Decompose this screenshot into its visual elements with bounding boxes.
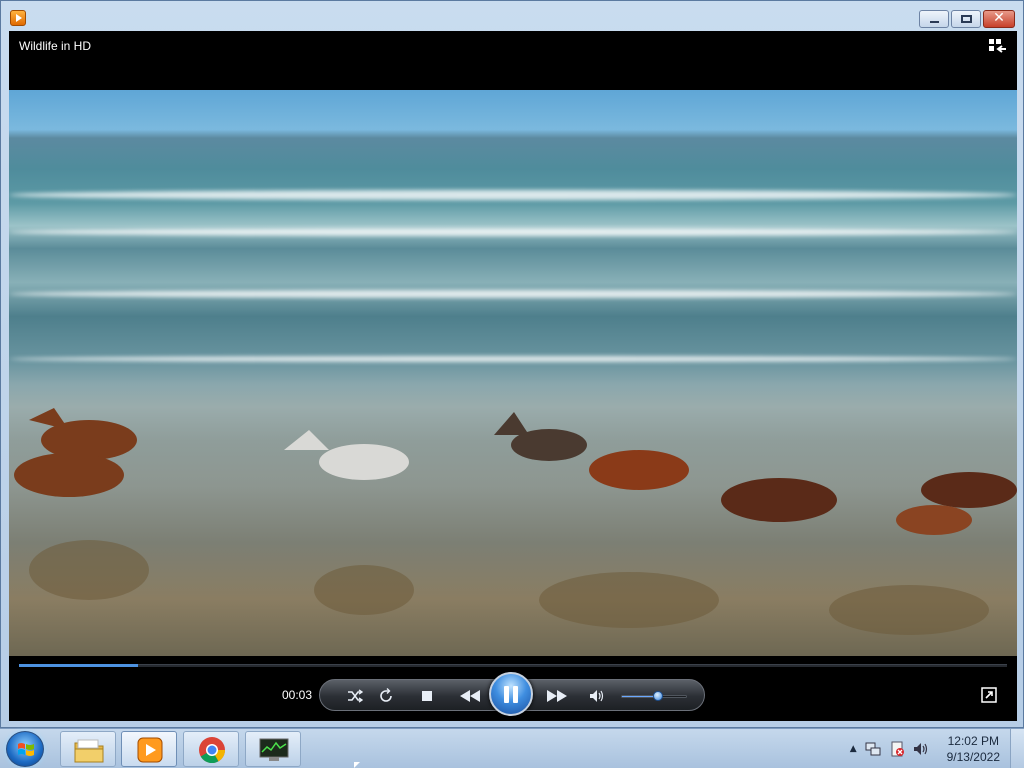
start-button[interactable] — [6, 731, 44, 767]
taskbar-task-manager[interactable] — [245, 731, 301, 767]
shuffle-icon — [348, 689, 363, 703]
repeat-button[interactable] — [377, 687, 395, 705]
taskbar: ▲ 12:02 PM 9/13/2022 — [0, 728, 1024, 768]
speaker-icon — [590, 690, 604, 702]
windows-start-icon — [18, 743, 34, 756]
volume-icon[interactable] — [913, 741, 929, 757]
show-hidden-icons[interactable]: ▲ — [850, 744, 857, 754]
play-pause-button[interactable] — [489, 672, 533, 716]
media-title: Wildlife in HD — [19, 39, 92, 53]
repeat-icon — [380, 688, 392, 702]
window-buttons: ✕ — [919, 10, 1015, 28]
video-frame[interactable] — [9, 90, 1017, 656]
clock-time: 12:02 PM — [947, 734, 999, 748]
show-desktop-button[interactable] — [1010, 729, 1024, 768]
previous-button[interactable] — [457, 687, 483, 705]
mute-button[interactable] — [588, 687, 606, 705]
action-center-icon[interactable] — [889, 741, 905, 757]
close-icon: ✕ — [993, 10, 1005, 26]
taskbar-chrome[interactable] — [183, 731, 239, 767]
next-button[interactable] — [544, 687, 570, 705]
title-bar[interactable]: ✕ — [1, 1, 1023, 31]
fullscreen-icon[interactable] — [981, 687, 997, 703]
chrome-icon — [199, 737, 226, 764]
stop-button[interactable] — [418, 687, 436, 705]
stop-icon — [422, 691, 432, 701]
close-button[interactable]: ✕ — [983, 10, 1015, 28]
taskbar-media-player[interactable] — [121, 731, 177, 767]
media-player-window: ✕ Wildlife in HD 00:03 — [0, 0, 1024, 728]
system-tray: ▲ 12:02 PM 9/13/2022 — [850, 733, 1000, 765]
volume-slider[interactable] — [621, 691, 687, 701]
elapsed-time: 00:03 — [282, 688, 313, 702]
seek-progress — [19, 664, 138, 667]
pause-bar-right — [513, 685, 518, 703]
maximize-button[interactable] — [951, 10, 981, 28]
taskbar-file-explorer[interactable] — [60, 731, 116, 767]
maximize-icon — [961, 15, 972, 23]
shuffle-button[interactable] — [346, 687, 364, 705]
previous-icon — [460, 690, 480, 702]
mouse-cursor — [354, 762, 360, 768]
task-manager-icon — [259, 738, 289, 761]
media-player-icon[interactable] — [10, 10, 26, 26]
file-explorer-icon — [74, 739, 104, 763]
switch-to-library-icon[interactable] — [989, 39, 1007, 55]
seek-bar[interactable] — [19, 664, 1007, 667]
pause-bar-left — [504, 685, 509, 703]
minimize-button[interactable] — [919, 10, 949, 28]
next-icon — [547, 690, 567, 702]
now-playing-area: Wildlife in HD 00:03 — [9, 31, 1017, 721]
clock[interactable]: 12:02 PM 9/13/2022 — [947, 733, 1000, 765]
network-icon[interactable] — [865, 741, 881, 757]
media-player-icon — [137, 737, 163, 763]
horses-image — [14, 408, 1017, 635]
pause-icon — [502, 685, 520, 703]
clock-date: 9/13/2022 — [946, 750, 1000, 764]
minimize-icon — [930, 21, 939, 23]
